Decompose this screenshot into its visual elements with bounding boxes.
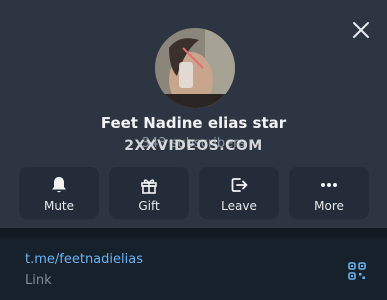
gift-label: Gift — [138, 199, 160, 213]
qr-code-icon — [348, 262, 366, 280]
gift-button[interactable]: Gift — [109, 167, 189, 219]
avatar-image — [155, 28, 235, 108]
channel-name: Feet Nadine elias star — [100, 114, 287, 132]
profile-panel: Feet Nadine elias star 343 subscribers 2… — [0, 0, 387, 228]
link-caption: Link — [25, 273, 52, 288]
mute-label: Mute — [43, 199, 75, 213]
more-label: More — [314, 199, 344, 213]
action-row: Mute Gift Leave More — [19, 167, 369, 219]
section-divider — [0, 228, 387, 238]
leave-icon — [231, 178, 248, 192]
avatar[interactable] — [155, 28, 235, 108]
bell-icon — [52, 177, 66, 193]
more-button[interactable]: More — [289, 167, 369, 219]
channel-link[interactable]: t.me/feetnadielias — [25, 252, 143, 267]
mute-button[interactable]: Mute — [19, 167, 99, 219]
more-icon — [321, 183, 337, 187]
subscriber-count: 343 subscribers — [141, 136, 246, 151]
close-icon — [353, 22, 369, 38]
gift-icon — [141, 179, 157, 194]
link-section: t.me/feetnadielias Link — [0, 238, 387, 300]
leave-label: Leave — [221, 199, 257, 213]
leave-button[interactable]: Leave — [199, 167, 279, 219]
qr-code-button[interactable] — [348, 262, 366, 280]
close-button[interactable] — [350, 19, 372, 41]
